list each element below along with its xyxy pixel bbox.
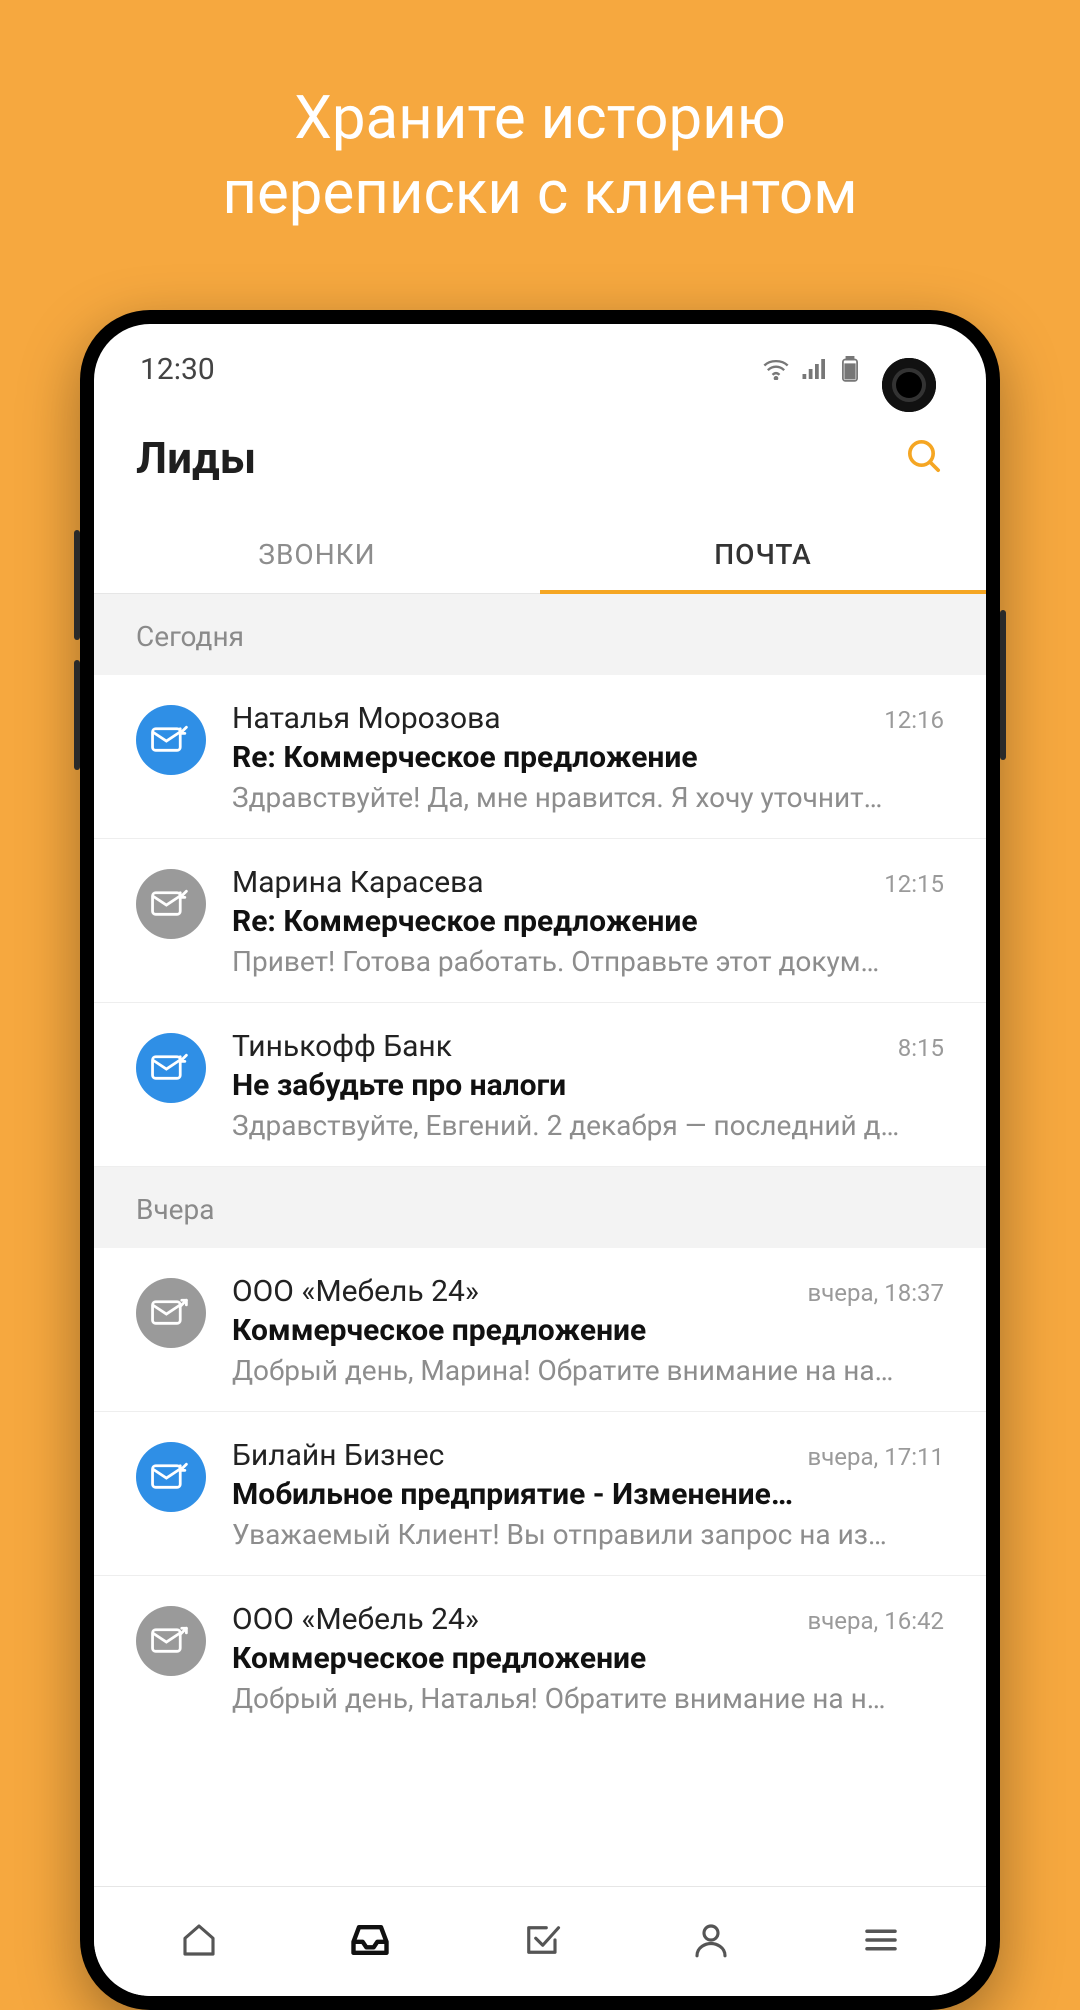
mail-in-icon xyxy=(151,722,191,758)
mail-preview: Добрый день, Наталья! Обратите внимание … xyxy=(232,1682,944,1715)
mail-body: ООО «Мебель 24» вчера, 18:37 Коммерческо… xyxy=(232,1274,944,1387)
app-header: Лиды xyxy=(94,414,986,512)
nav-tasks[interactable] xyxy=(520,1919,562,1965)
status-time: 12:30 xyxy=(140,352,215,387)
mail-avatar xyxy=(136,705,206,775)
mail-sender: Марина Карасева xyxy=(232,865,484,900)
battery-icon xyxy=(840,356,860,382)
front-camera xyxy=(882,358,936,412)
mail-subject: Re: Коммерческое предложение xyxy=(232,740,944,775)
promo-line1: Храните историю xyxy=(294,82,786,153)
section-header: Вчера xyxy=(94,1167,986,1248)
bottom-nav xyxy=(94,1886,986,1996)
mail-avatar xyxy=(136,1278,206,1348)
mail-body: Билайн Бизнес вчера, 17:11 Мобильное пре… xyxy=(232,1438,944,1551)
mail-in-icon xyxy=(151,1050,191,1086)
nav-menu[interactable] xyxy=(860,1919,902,1965)
mail-subject: Коммерческое предложение xyxy=(232,1641,944,1676)
mail-subject: Коммерческое предложение xyxy=(232,1313,944,1348)
mail-item[interactable]: Марина Карасева 12:15 Re: Коммерческое п… xyxy=(94,839,986,1003)
mail-preview: Здравствуйте, Евгений. 2 декабря — после… xyxy=(232,1109,944,1142)
mail-avatar xyxy=(136,1033,206,1103)
phone-screen: 12:30 xyxy=(94,324,986,1996)
mail-in-icon xyxy=(151,1459,191,1495)
status-bar: 12:30 xyxy=(94,324,986,414)
mail-item[interactable]: Тинькофф Банк 8:15 Не забудьте про налог… xyxy=(94,1003,986,1167)
menu-icon xyxy=(860,1946,902,1965)
mail-body: ООО «Мебель 24» вчера, 16:42 Коммерческо… xyxy=(232,1602,944,1715)
mail-time: 12:16 xyxy=(884,706,944,734)
mail-avatar xyxy=(136,869,206,939)
mail-time: вчера, 16:42 xyxy=(808,1607,944,1635)
tabs: ЗВОНКИ ПОЧТА xyxy=(94,512,986,594)
nav-profile[interactable] xyxy=(690,1919,732,1965)
section-header: Сегодня xyxy=(94,594,986,675)
page-title: Лиды xyxy=(136,432,256,484)
mail-item[interactable]: ООО «Мебель 24» вчера, 18:37 Коммерческо… xyxy=(94,1248,986,1412)
tab-mail[interactable]: ПОЧТА xyxy=(540,512,986,593)
mail-out-icon xyxy=(151,1623,191,1659)
mail-avatar xyxy=(136,1606,206,1676)
mail-body: Тинькофф Банк 8:15 Не забудьте про налог… xyxy=(232,1029,944,1142)
mail-in-icon xyxy=(151,886,191,922)
nav-home[interactable] xyxy=(178,1919,220,1965)
mail-item[interactable]: Билайн Бизнес вчера, 17:11 Мобильное пре… xyxy=(94,1412,986,1576)
volume-down-button xyxy=(74,660,80,770)
mail-time: вчера, 18:37 xyxy=(808,1279,944,1307)
mail-sender: Билайн Бизнес xyxy=(232,1438,444,1473)
mail-body: Марина Карасева 12:15 Re: Коммерческое п… xyxy=(232,865,944,978)
tab-mail-label: ПОЧТА xyxy=(714,538,811,571)
phone-frame: 12:30 xyxy=(80,310,1000,2010)
volume-up-button xyxy=(74,530,80,640)
mail-preview: Привет! Готова работать. Отправьте этот … xyxy=(232,945,944,978)
mail-item[interactable]: ООО «Мебель 24» вчера, 16:42 Коммерческо… xyxy=(94,1576,986,1739)
mail-time: 12:15 xyxy=(884,870,944,898)
mail-body: Наталья Морозова 12:16 Re: Коммерческое … xyxy=(232,701,944,814)
mail-item[interactable]: Наталья Морозова 12:16 Re: Коммерческое … xyxy=(94,675,986,839)
mail-subject: Не забудьте про налоги xyxy=(232,1068,944,1103)
promo-title: Храните историю переписки с клиентом xyxy=(0,0,1080,290)
power-button xyxy=(1000,610,1006,760)
mail-subject: Мобильное предприятие - Изменение… xyxy=(232,1477,944,1512)
tab-calls[interactable]: ЗВОНКИ xyxy=(94,512,540,593)
mail-sender: Наталья Морозова xyxy=(232,701,501,736)
search-icon xyxy=(904,461,944,480)
mail-time: 8:15 xyxy=(898,1034,944,1062)
mail-time: вчера, 17:11 xyxy=(808,1443,944,1471)
promo-line2: переписки с клиентом xyxy=(222,157,857,228)
tab-calls-label: ЗВОНКИ xyxy=(258,538,375,571)
mail-preview: Здравствуйте! Да, мне нравится. Я хочу у… xyxy=(232,781,944,814)
mail-out-icon xyxy=(151,1295,191,1331)
inbox-icon xyxy=(348,1947,392,1966)
profile-icon xyxy=(690,1946,732,1965)
mail-avatar xyxy=(136,1442,206,1512)
mail-sender: ООО «Мебель 24» xyxy=(232,1602,479,1637)
check-icon xyxy=(520,1946,562,1965)
mail-list[interactable]: Сегодня Наталья Морозова 12:16 Re: Комме… xyxy=(94,594,986,1886)
mail-sender: ООО «Мебель 24» xyxy=(232,1274,479,1309)
signal-icon xyxy=(802,359,828,379)
mail-sender: Тинькофф Банк xyxy=(232,1029,452,1064)
mail-preview: Уважаемый Клиент! Вы отправили запрос на… xyxy=(232,1518,944,1551)
mail-preview: Добрый день, Марина! Обратите внимание н… xyxy=(232,1354,944,1387)
mail-subject: Re: Коммерческое предложение xyxy=(232,904,944,939)
nav-inbox[interactable] xyxy=(348,1918,392,1966)
search-button[interactable] xyxy=(904,436,944,480)
wifi-icon xyxy=(762,358,790,380)
home-icon xyxy=(178,1946,220,1965)
